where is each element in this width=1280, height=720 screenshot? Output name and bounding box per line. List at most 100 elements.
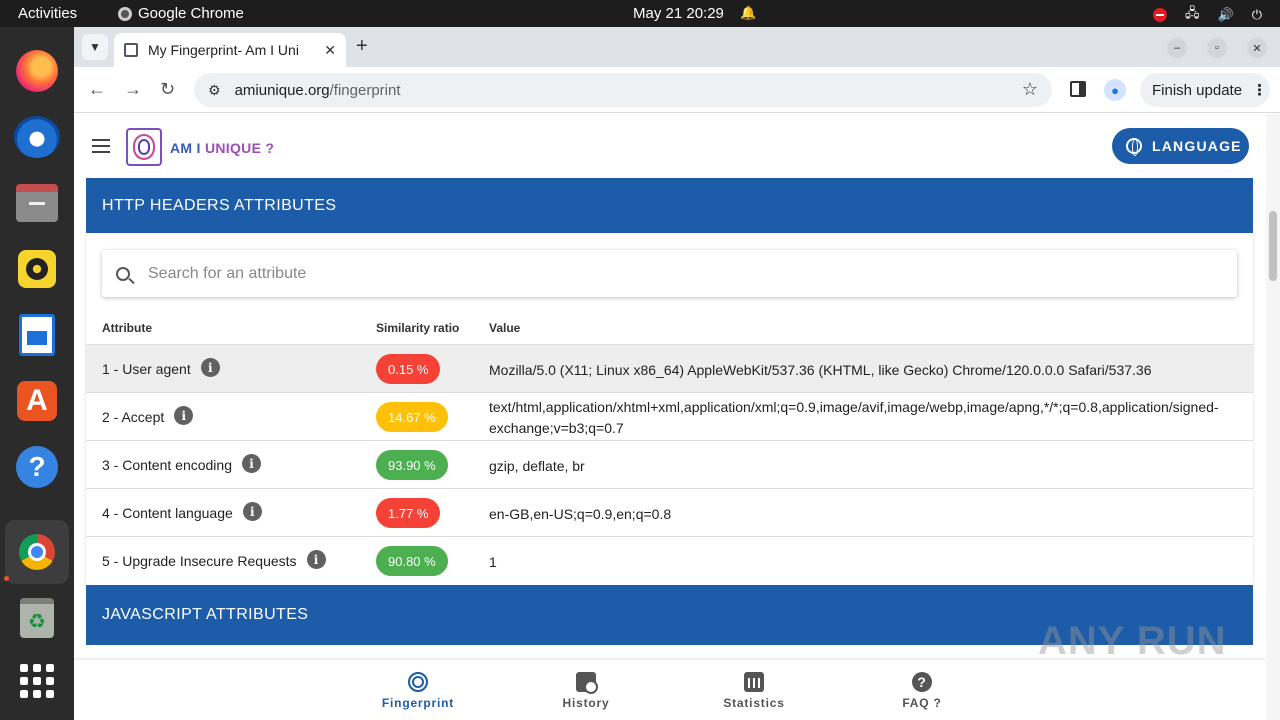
attribute-name: 1 - User agent	[102, 360, 191, 377]
app-menu[interactable]: Google Chrome	[118, 5, 244, 22]
language-button[interactable]: LANGUAGE	[1112, 128, 1249, 164]
attribute-name: 3 - Content encoding	[102, 456, 232, 473]
bookmark-star-icon[interactable]: ☆	[1022, 79, 1038, 100]
fingerprint-logo-icon	[133, 134, 155, 160]
chevron-down-icon: ▼	[89, 40, 101, 54]
tab-title: My Fingerprint- Am I Uni	[148, 42, 299, 58]
thunderbird-launcher[interactable]	[13, 113, 61, 161]
restore-button[interactable]: ▫	[1207, 38, 1227, 58]
fingerprint-icon	[408, 672, 428, 692]
site-logo[interactable]	[126, 128, 162, 166]
show-apps-button[interactable]	[13, 657, 61, 705]
history-icon	[576, 672, 598, 694]
hamburger-menu-icon[interactable]	[92, 139, 110, 153]
tab-active[interactable]: My Fingerprint- Am I Uni ✕	[114, 33, 346, 67]
similarity-badge: 1.77 %	[376, 498, 441, 528]
finish-update-label: Finish update	[1152, 81, 1243, 99]
address-bar[interactable]: ⚙ amiunique.org/fingerprint ☆	[194, 73, 1052, 107]
site-header: AM I UNIQUE ? LANGUAGE	[74, 114, 1266, 178]
statistics-icon	[744, 672, 764, 692]
table-row: 2 - Accept i 14.67 % text/html,applicatio…	[86, 393, 1253, 441]
site-brand[interactable]: AM I UNIQUE ?	[170, 140, 274, 156]
side-panel-icon[interactable]	[1070, 81, 1086, 97]
new-tab-button[interactable]: +	[356, 35, 368, 58]
value-cell: text/html,application/xhtml+xml,applicat…	[489, 399, 1219, 436]
info-icon[interactable]: i	[241, 454, 261, 473]
network-icon: 🖧	[1185, 5, 1200, 20]
files-launcher[interactable]	[13, 179, 61, 227]
http-attributes-card: Attribute Similarity ratio Value 1 - Use…	[86, 233, 1253, 585]
table-header: Attribute Similarity ratio Value	[86, 309, 1253, 345]
table-row: 3 - Content encoding i 93.90 % gzip, defl…	[86, 441, 1253, 489]
col-value: Value	[489, 321, 521, 335]
chrome-launcher[interactable]	[5, 520, 69, 584]
attribute-cell: 2 - Accept i	[102, 406, 194, 425]
close-window-button[interactable]: ✕	[1247, 38, 1267, 58]
favicon-icon	[124, 43, 138, 57]
rhythmbox-launcher[interactable]	[13, 245, 61, 293]
activities-button[interactable]: Activities	[18, 5, 77, 22]
scrollbar-thumb[interactable]	[1269, 211, 1277, 281]
help-launcher[interactable]: ?	[13, 443, 61, 491]
site-info-icon[interactable]: ⚙	[208, 82, 221, 99]
globe-icon	[1126, 138, 1142, 156]
attribute-name: 5 - Upgrade Insecure Requests	[102, 552, 297, 569]
brand-part-2: UNIQUE ?	[204, 140, 275, 156]
tab-strip: ▼ My Fingerprint- Am I Uni ✕ + – ▫ ✕	[74, 27, 1280, 67]
nav-faq[interactable]: ? FAQ ?	[877, 672, 967, 710]
page-scrollbar[interactable]	[1266, 114, 1280, 720]
clock[interactable]: May 21 20:29	[633, 5, 724, 22]
writer-launcher[interactable]	[13, 311, 61, 359]
attribute-search[interactable]	[102, 250, 1237, 297]
attribute-cell: 5 - Upgrade Insecure Requests i	[102, 550, 326, 569]
app-center-icon: A	[17, 381, 57, 421]
info-icon[interactable]: i	[174, 406, 194, 425]
close-tab-icon[interactable]: ✕	[324, 42, 336, 59]
firefox-icon	[16, 50, 58, 92]
writer-icon	[19, 314, 55, 356]
attribute-cell: 3 - Content encoding i	[102, 454, 261, 473]
forward-icon[interactable]: →	[124, 79, 142, 100]
nav-statistics[interactable]: Statistics	[709, 672, 799, 710]
files-icon	[16, 184, 58, 222]
power-icon: ⏻	[1251, 7, 1262, 22]
brand-part-1: AM I	[170, 140, 205, 156]
http-section-header: HTTP HEADERS ATTRIBUTES	[86, 178, 1253, 233]
nav-fingerprint-label: Fingerprint	[381, 696, 455, 710]
info-icon[interactable]: i	[200, 358, 220, 377]
table-row: 4 - Content language i 1.77 % en-GB,en-US…	[86, 489, 1253, 537]
attribute-cell: 4 - Content language i	[102, 502, 262, 521]
info-icon[interactable]: i	[306, 550, 326, 569]
language-label: LANGUAGE	[1152, 138, 1242, 154]
app-center-launcher[interactable]: A	[13, 377, 61, 425]
nav-history[interactable]: History	[541, 672, 631, 710]
profile-avatar[interactable]: ●	[1104, 79, 1126, 101]
anyrun-watermark: ANY RUN	[1038, 619, 1227, 663]
firefox-launcher[interactable]	[13, 47, 61, 95]
more-menu-icon: ⋮	[1252, 82, 1268, 99]
volume-icon: 🔊	[1217, 7, 1234, 22]
url-path: /fingerprint	[329, 81, 401, 99]
dock: A ? ♻	[0, 27, 74, 720]
similarity-badge: 90.80 %	[376, 546, 448, 576]
trash-launcher[interactable]: ♻	[13, 594, 61, 642]
do-not-disturb-icon	[1153, 8, 1168, 22]
info-icon[interactable]: i	[242, 502, 262, 521]
similarity-badge: 93.90 %	[376, 450, 448, 480]
reload-icon[interactable]: ↻	[160, 79, 175, 100]
table-row: 1 - User agent i 0.15 % Mozilla/5.0 (X11;…	[86, 345, 1253, 393]
back-icon[interactable]: ←	[88, 79, 106, 100]
search-input[interactable]	[148, 264, 1048, 283]
nav-faq-label: FAQ ?	[902, 696, 942, 710]
attribute-name: 4 - Content language	[102, 504, 233, 521]
finish-update-button[interactable]: Finish update ⋮	[1140, 73, 1270, 107]
tab-search-button[interactable]: ▼	[82, 34, 108, 60]
value-cell: en-GB,en-US;q=0.9,en;q=0.8	[489, 506, 672, 522]
nav-fingerprint[interactable]: Fingerprint	[373, 672, 463, 710]
app-name: Google Chrome	[138, 5, 244, 22]
chrome-window: ▼ My Fingerprint- Am I Uni ✕ + – ▫ ✕ ← →…	[74, 27, 1280, 720]
notification-bell-icon: 🔔	[740, 5, 757, 20]
minimize-button[interactable]: –	[1167, 38, 1187, 58]
bottom-navigation: Fingerprint History Statistics ? FAQ ?	[74, 660, 1266, 720]
system-tray[interactable]: 🖧 🔊 ⏻	[1153, 4, 1262, 26]
